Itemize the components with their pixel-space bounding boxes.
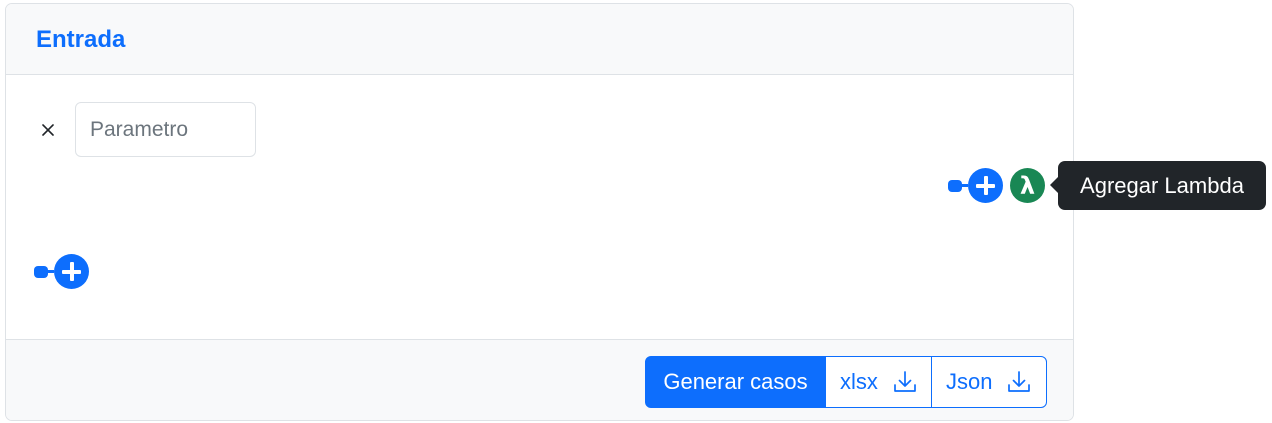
json-label: Json xyxy=(946,369,993,394)
xlsx-label: xlsx xyxy=(840,369,878,394)
parameter-input[interactable] xyxy=(75,102,256,157)
close-icon[interactable] xyxy=(40,122,56,138)
export-button-group: Generar casos xlsx Json xyxy=(645,356,1047,408)
add-parameter-button[interactable] xyxy=(34,254,89,289)
lambda-button[interactable]: λ xyxy=(1010,168,1045,203)
card-title: Entrada xyxy=(36,26,126,53)
xlsx-download-button[interactable]: xlsx xyxy=(825,356,932,408)
tooltip-arrow xyxy=(1050,177,1058,193)
card-header: Entrada xyxy=(6,4,1073,75)
download-icon xyxy=(894,371,916,392)
plus-circle-icon[interactable] xyxy=(968,168,1003,203)
lambda-icon: λ xyxy=(1019,171,1036,200)
connector-dot xyxy=(948,179,962,192)
json-download-button[interactable]: Json xyxy=(931,356,1047,408)
connector-dot xyxy=(34,265,48,278)
plus-circle-icon[interactable] xyxy=(54,254,89,289)
generate-cases-button[interactable]: Generar casos xyxy=(645,356,826,408)
lambda-tooltip: Agregar Lambda xyxy=(1058,161,1266,210)
add-child-button[interactable] xyxy=(948,168,1003,203)
download-icon xyxy=(1008,371,1031,392)
